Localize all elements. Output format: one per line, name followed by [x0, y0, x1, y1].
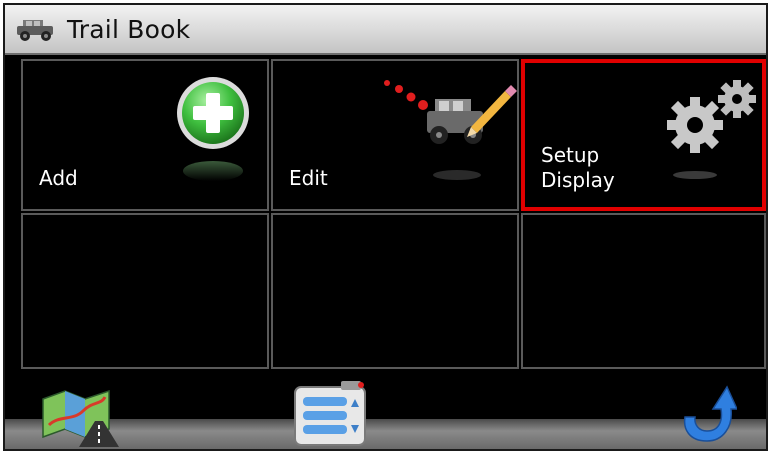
- bottom-toolbar: [5, 369, 766, 449]
- tile-empty-3: [521, 213, 766, 369]
- tile-add[interactable]: Add: [21, 59, 269, 211]
- tile-setup-display-label: Setup Display: [541, 143, 615, 192]
- tile-edit-label: Edit: [289, 166, 328, 190]
- tile-empty-2: [271, 213, 519, 369]
- window-title: Trail Book: [67, 15, 191, 44]
- tile-add-label: Add: [39, 166, 78, 190]
- map-icon[interactable]: [39, 385, 121, 449]
- tile-edit[interactable]: Edit: [271, 59, 519, 211]
- menu-grid: Add Edit Setup Display: [5, 55, 766, 369]
- gears-icon: [661, 77, 761, 191]
- list-menu-icon[interactable]: [291, 381, 371, 449]
- title-bar: Trail Book: [5, 5, 766, 55]
- edit-jeep-pencil-icon: [377, 69, 517, 193]
- app-window: Trail Book Add Edit Setup Display: [3, 3, 768, 451]
- tile-setup-display[interactable]: Setup Display: [521, 59, 766, 211]
- tile-empty-1: [21, 213, 269, 369]
- jeep-icon: [13, 15, 59, 47]
- back-arrow-icon[interactable]: [677, 379, 739, 449]
- add-plus-icon: [173, 75, 253, 189]
